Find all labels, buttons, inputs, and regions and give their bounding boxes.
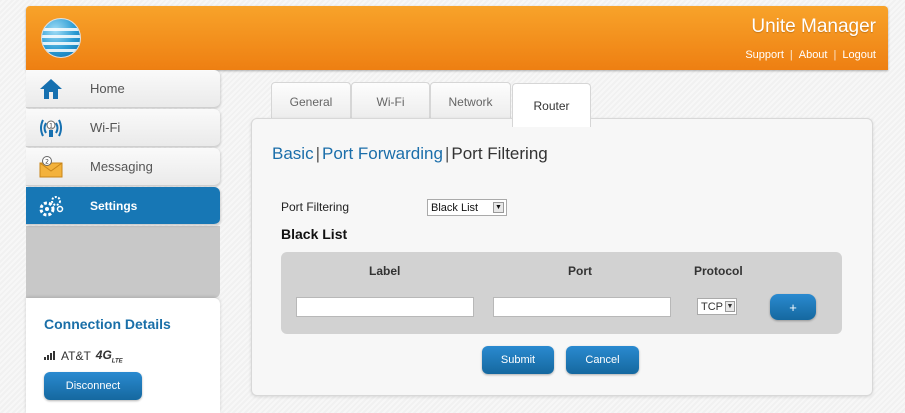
port-filtering-label: Port Filtering: [281, 200, 350, 214]
about-link[interactable]: About: [799, 49, 828, 61]
label-input[interactable]: [296, 297, 474, 317]
sidebar-item-wifi[interactable]: 1 Wi-Fi: [26, 109, 220, 147]
connection-details-panel: Connection Details AT&T 4GLTE Disconnect: [26, 298, 220, 413]
breadcrumb-port-forwarding-link[interactable]: Port Forwarding: [322, 144, 443, 163]
section-title: Black List: [281, 226, 348, 242]
port-filtering-value: Black List: [431, 201, 479, 214]
disconnect-button[interactable]: Disconnect: [44, 372, 142, 400]
messaging-icon: 2: [38, 155, 64, 179]
network-type-icon: 4GLTE: [96, 348, 123, 364]
network-type-sub: LTE: [111, 358, 123, 365]
sidebar: Home 1 Wi-Fi 2 Messaging Settings Connec…: [26, 70, 220, 413]
protocol-value: TCP: [701, 300, 723, 313]
column-header-port: Port: [568, 264, 592, 278]
sidebar-item-settings[interactable]: Settings: [26, 187, 220, 225]
att-logo: [41, 18, 81, 58]
protocol-select[interactable]: TCP ▼: [697, 298, 737, 315]
sidebar-item-label: Wi-Fi: [90, 120, 121, 135]
submit-button[interactable]: Submit: [482, 346, 554, 374]
breadcrumb-port-filtering: Port Filtering: [451, 144, 548, 163]
chevron-down-icon: ▼: [493, 202, 504, 213]
chevron-down-icon: ▼: [725, 301, 735, 312]
sidebar-item-label: Messaging: [90, 159, 153, 174]
sidebar-item-home[interactable]: Home: [26, 70, 220, 108]
column-header-protocol: Protocol: [694, 264, 743, 278]
logout-link[interactable]: Logout: [842, 49, 876, 61]
home-icon: [38, 77, 64, 101]
support-link[interactable]: Support: [745, 49, 784, 61]
sidebar-item-label: Home: [90, 81, 125, 96]
breadcrumb: Basic | Port Forwarding | Port Filtering: [272, 144, 548, 163]
filter-rule-table: Label Port Protocol TCP ▼ +: [281, 252, 842, 334]
port-filtering-select[interactable]: Black List ▼: [427, 199, 507, 216]
app-title: Unite Manager: [751, 16, 876, 37]
signal-icon: [44, 349, 56, 363]
carrier-name: AT&T: [61, 349, 91, 364]
connection-details-title: Connection Details: [44, 316, 171, 332]
port-input[interactable]: [493, 297, 671, 317]
breadcrumb-basic-link[interactable]: Basic: [272, 144, 314, 163]
sidebar-item-label: Settings: [90, 198, 138, 213]
router-settings-panel: Basic | Port Forwarding | Port Filtering Por…: [251, 118, 873, 396]
svg-text:2: 2: [45, 159, 49, 166]
add-rule-button[interactable]: +: [770, 294, 816, 320]
tab-router[interactable]: Router: [512, 83, 591, 127]
sidebar-filler: [26, 226, 220, 298]
sidebar-item-messaging[interactable]: 2 Messaging: [26, 148, 220, 186]
svg-text:1: 1: [49, 123, 53, 130]
cancel-button[interactable]: Cancel: [566, 346, 639, 374]
tab-network[interactable]: Network: [430, 82, 511, 120]
app-header: Unite Manager Support | About | Logout: [26, 6, 888, 70]
network-type: 4G: [95, 348, 112, 362]
settings-icon: [38, 194, 64, 218]
carrier-info: AT&T 4GLTE: [44, 348, 123, 364]
top-links: Support | About | Logout: [745, 49, 876, 61]
wifi-icon: 1: [38, 116, 64, 140]
tab-wifi[interactable]: Wi-Fi: [351, 82, 430, 120]
tab-general[interactable]: General: [271, 82, 351, 120]
column-header-label: Label: [369, 264, 401, 278]
